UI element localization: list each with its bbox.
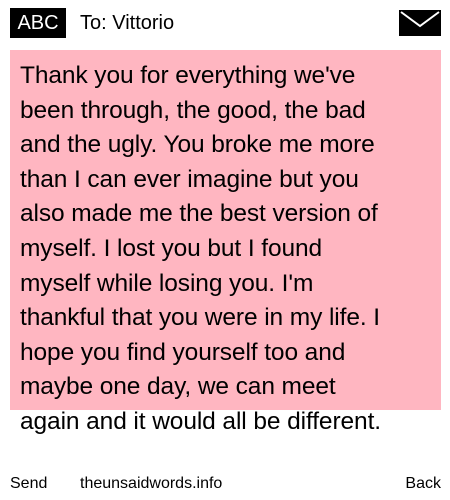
header-bar: ABC To: Vittorio [0,0,450,44]
back-button[interactable]: Back [405,472,441,496]
input-mode-indicator: ABC [10,8,66,38]
softkey-bar: Send theunsaidwords.info Back [0,472,450,496]
send-button[interactable]: Send [10,472,47,496]
site-caption: theunsaidwords.info [80,475,223,492]
message-text: Thank you for everything we've been thro… [20,62,381,435]
recipient-field[interactable]: To: Vittorio [80,8,174,38]
envelope-icon [399,10,441,36]
